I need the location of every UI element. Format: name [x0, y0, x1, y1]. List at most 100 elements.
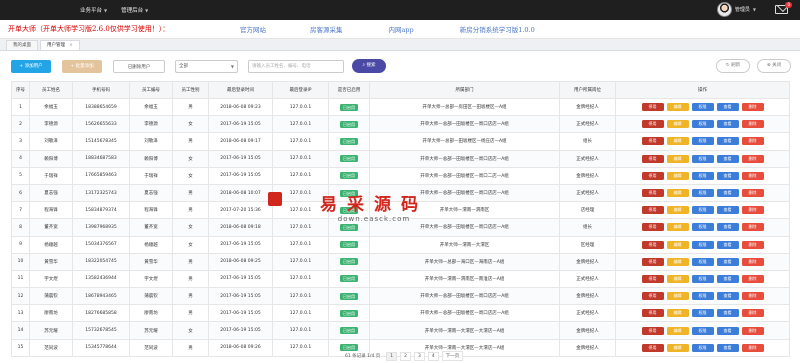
refresh-button[interactable]: ↻ 刷新 [716, 59, 750, 73]
delete-button[interactable]: 删除 [741, 223, 764, 232]
permission-button[interactable]: 权限 [691, 309, 714, 318]
edit-button[interactable]: 编辑 [666, 154, 689, 163]
permission-button[interactable]: 权限 [691, 171, 714, 180]
view-button[interactable]: 查看 [716, 120, 739, 129]
nav-business-platform[interactable]: 业务平台 ▼ [80, 6, 107, 15]
delete-button[interactable]: 删除 [741, 309, 764, 318]
edit-button[interactable]: 编辑 [666, 206, 689, 215]
search-button[interactable]: ⌕ 搜索 [352, 59, 386, 73]
disable-button[interactable]: 停用 [641, 309, 664, 318]
edit-button[interactable]: 编辑 [666, 274, 689, 283]
page-4[interactable]: 4 [427, 351, 439, 361]
tab-my-desktop[interactable]: 我的桌面 [6, 40, 38, 50]
tab-user-management[interactable]: 用户管理 × [40, 40, 80, 50]
link-intranet-app[interactable]: 内网app [389, 24, 414, 34]
view-button[interactable]: 查看 [716, 309, 739, 318]
delete-button[interactable]: 删除 [741, 326, 764, 335]
edit-button[interactable]: 编辑 [666, 171, 689, 180]
delete-button[interactable]: 删除 [741, 120, 764, 129]
permission-button[interactable]: 权限 [691, 223, 714, 232]
nav-admin-backend[interactable]: 管理后台 ▼ [121, 6, 148, 15]
disable-button[interactable]: 停用 [641, 103, 664, 112]
permission-button[interactable]: 权限 [691, 326, 714, 335]
edit-button[interactable]: 编辑 [666, 240, 689, 249]
permission-button[interactable]: 权限 [691, 154, 714, 163]
permission-button[interactable]: 权限 [691, 206, 714, 215]
delete-button[interactable]: 删除 [741, 292, 764, 301]
view-button[interactable]: 查看 [716, 326, 739, 335]
permission-button[interactable]: 权限 [691, 137, 714, 146]
delete-button[interactable]: 删除 [741, 103, 764, 112]
disable-button[interactable]: 停用 [641, 274, 664, 283]
delete-button[interactable]: 删除 [741, 343, 764, 352]
view-button[interactable]: 查看 [716, 154, 739, 163]
page-1[interactable]: 1 [386, 351, 398, 361]
batch-add-button[interactable]: + 批量添加 [62, 60, 102, 73]
mail-icon[interactable]: 0 [775, 2, 792, 14]
disable-button[interactable]: 停用 [641, 154, 664, 163]
view-button[interactable]: 查看 [716, 189, 739, 198]
user-menu[interactable]: 管理员 ▼ [716, 2, 756, 17]
disable-button[interactable]: 停用 [641, 292, 664, 301]
add-user-button[interactable]: + 添加用户 [11, 60, 51, 73]
next-page[interactable]: 下一页 [441, 351, 464, 361]
edit-button[interactable]: 编辑 [666, 223, 689, 232]
status-filter-select[interactable]: 全部 ▼ [175, 60, 238, 73]
permission-button[interactable]: 权限 [691, 120, 714, 129]
disable-button[interactable]: 停用 [641, 120, 664, 129]
permission-button[interactable]: 权限 [691, 257, 714, 266]
permission-button[interactable]: 权限 [691, 103, 714, 112]
disable-button[interactable]: 停用 [641, 206, 664, 215]
close-button[interactable]: ⊗ 关闭 [757, 59, 791, 73]
permission-button[interactable]: 权限 [691, 274, 714, 283]
view-button[interactable]: 查看 [716, 171, 739, 180]
view-button[interactable]: 查看 [716, 257, 739, 266]
link-official-site[interactable]: 官方网站 [240, 24, 266, 34]
view-button[interactable]: 查看 [716, 292, 739, 301]
edit-button[interactable]: 编辑 [666, 103, 689, 112]
disable-button[interactable]: 停用 [641, 137, 664, 146]
permission-button[interactable]: 权限 [691, 292, 714, 301]
delete-button[interactable]: 删除 [741, 206, 764, 215]
disable-button[interactable]: 停用 [641, 171, 664, 180]
disable-button[interactable]: 停用 [641, 189, 664, 198]
disable-button[interactable]: 停用 [641, 223, 664, 232]
delete-button[interactable]: 删除 [741, 189, 764, 198]
permission-button[interactable]: 权限 [691, 240, 714, 249]
link-new-house-system[interactable]: 新房分销系统学习版1.0.0 [460, 24, 535, 34]
disable-button[interactable]: 停用 [641, 326, 664, 335]
page-3[interactable]: 3 [414, 351, 425, 361]
delete-button[interactable]: 删除 [741, 154, 764, 163]
page-2[interactable]: 2 [400, 351, 412, 361]
edit-button[interactable]: 编辑 [666, 309, 689, 318]
disable-button[interactable]: 停用 [641, 343, 664, 352]
edit-button[interactable]: 编辑 [666, 343, 689, 352]
permission-button[interactable]: 权限 [691, 189, 714, 198]
delete-button[interactable]: 删除 [741, 240, 764, 249]
search-input[interactable]: 请输入员工姓名、编号、电话 [248, 60, 344, 73]
view-button[interactable]: 查看 [716, 223, 739, 232]
link-listing-collect[interactable]: 房客源采集 [310, 24, 343, 34]
edit-button[interactable]: 编辑 [666, 189, 689, 198]
view-button[interactable]: 查看 [716, 206, 739, 215]
edit-button[interactable]: 编辑 [666, 120, 689, 129]
actions-cell: 停用 编辑 权限 查看 删除 [615, 166, 790, 185]
disable-button[interactable]: 停用 [641, 240, 664, 249]
delete-button[interactable]: 删除 [741, 257, 764, 266]
disable-button[interactable]: 停用 [641, 257, 664, 266]
view-button[interactable]: 查看 [716, 343, 739, 352]
view-button[interactable]: 查看 [716, 103, 739, 112]
edit-button[interactable]: 编辑 [666, 326, 689, 335]
edit-button[interactable]: 编辑 [666, 257, 689, 266]
view-button[interactable]: 查看 [716, 274, 739, 283]
view-button[interactable]: 查看 [716, 137, 739, 146]
view-button[interactable]: 查看 [716, 240, 739, 249]
delete-button[interactable]: 删除 [741, 274, 764, 283]
edit-button[interactable]: 编辑 [666, 137, 689, 146]
edit-button[interactable]: 编辑 [666, 292, 689, 301]
deleted-users-button[interactable]: 已删除用户 [113, 60, 165, 73]
permission-button[interactable]: 权限 [691, 343, 714, 352]
close-tab-icon[interactable]: × [69, 43, 73, 48]
delete-button[interactable]: 删除 [741, 137, 764, 146]
delete-button[interactable]: 删除 [741, 171, 764, 180]
